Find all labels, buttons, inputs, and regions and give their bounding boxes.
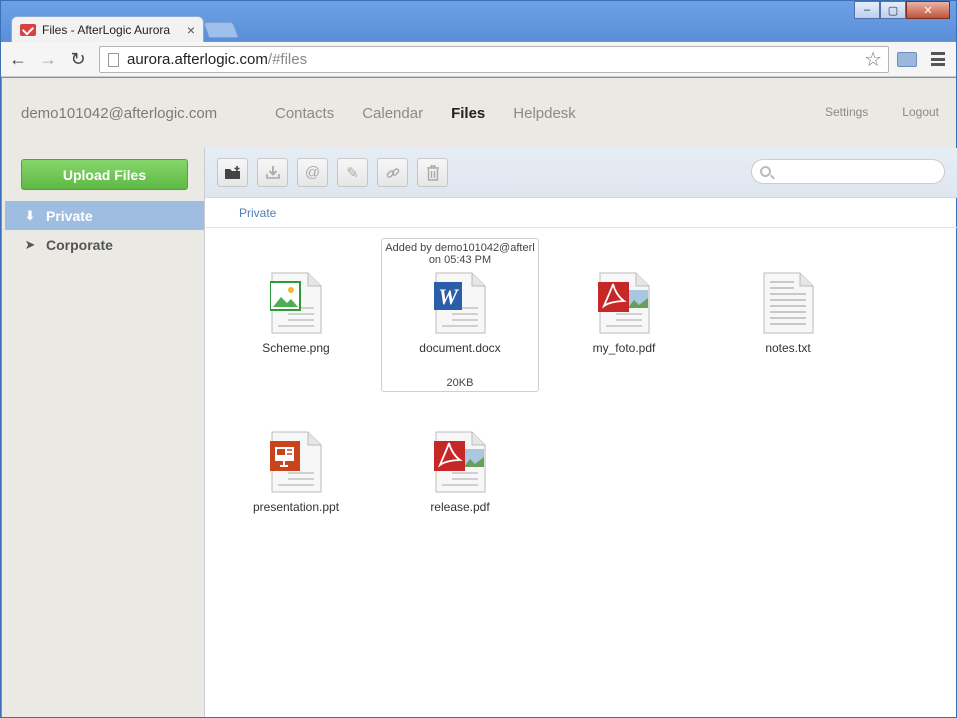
nav-files[interactable]: Files bbox=[451, 105, 485, 122]
new-folder-icon bbox=[224, 165, 240, 179]
file-name: release.pdf bbox=[430, 500, 490, 514]
app-header: demo101042@afterlogic.com Contacts Calen… bbox=[2, 78, 956, 148]
close-window-button[interactable]: ✕ bbox=[906, 1, 950, 19]
file-item[interactable]: release.pdf bbox=[381, 397, 539, 551]
window-controls: – ▢ ✕ bbox=[854, 1, 950, 19]
file-size: 20KB bbox=[446, 377, 474, 389]
title-bar: Files - AfterLogic Aurora × – ▢ ✕ bbox=[1, 1, 956, 42]
aurora-app: demo101042@afterlogic.com Contacts Calen… bbox=[2, 78, 957, 717]
mail-favicon-icon bbox=[20, 23, 36, 36]
file-name: document.docx bbox=[419, 341, 501, 355]
file-added-info: Added by demo101042@afterl on 05:43 PM bbox=[385, 242, 535, 266]
pdf-file-icon bbox=[598, 272, 650, 334]
search-input[interactable] bbox=[777, 164, 937, 179]
nav-calendar[interactable]: Calendar bbox=[362, 105, 423, 122]
url-text[interactable]: aurora.afterlogic.com/#files bbox=[127, 51, 864, 68]
storage-private[interactable]: ⬇ Private bbox=[5, 201, 204, 230]
files-toolbar: @ ✎ bbox=[205, 148, 957, 198]
new-folder-button[interactable] bbox=[217, 158, 248, 187]
logout-link[interactable]: Logout bbox=[902, 105, 939, 119]
share-link-button[interactable] bbox=[377, 158, 408, 187]
forward-button[interactable]: → bbox=[35, 46, 61, 72]
nav-contacts[interactable]: Contacts bbox=[275, 105, 334, 122]
file-item[interactable]: Scheme.png bbox=[217, 238, 375, 392]
breadcrumb-private[interactable]: Private bbox=[239, 206, 276, 220]
upload-files-button[interactable]: Upload Files bbox=[21, 159, 188, 190]
text-file-icon bbox=[763, 272, 814, 334]
rename-button[interactable]: ✎ bbox=[337, 158, 368, 187]
tab-title: Files - AfterLogic Aurora bbox=[42, 22, 171, 37]
powerpoint-file-icon bbox=[270, 431, 322, 493]
maximize-button[interactable]: ▢ bbox=[880, 1, 906, 19]
bookmark-star-icon[interactable]: ☆ bbox=[864, 47, 882, 72]
reload-button[interactable]: ↻ bbox=[65, 46, 91, 72]
browser-menu-icon[interactable] bbox=[931, 52, 945, 66]
sidebar: Upload Files ⬇ Private ➤ Corporate bbox=[2, 148, 204, 717]
tab-close-icon[interactable]: × bbox=[187, 22, 195, 38]
file-item-selected[interactable]: Added by demo101042@afterl on 05:43 PM W … bbox=[381, 238, 539, 392]
download-icon: ⬇ bbox=[24, 207, 36, 223]
search-box[interactable] bbox=[751, 159, 945, 184]
paper-plane-icon: ➤ bbox=[24, 236, 36, 252]
svg-text:W: W bbox=[438, 284, 459, 309]
files-panel: @ ✎ Private Scheme.png Added by demo1010… bbox=[204, 148, 957, 717]
file-item[interactable]: presentation.ppt bbox=[217, 397, 375, 551]
storage-label: Private bbox=[46, 207, 93, 224]
download-icon bbox=[265, 166, 280, 179]
at-sign-icon: @ bbox=[304, 164, 321, 181]
browser-toolbar: ← → ↻ aurora.afterlogic.com/#files ☆ bbox=[1, 42, 956, 77]
extension-icon[interactable] bbox=[897, 52, 917, 67]
top-navigation: Contacts Calendar Files Helpdesk bbox=[275, 105, 604, 122]
nav-helpdesk[interactable]: Helpdesk bbox=[513, 105, 576, 122]
back-button[interactable]: ← bbox=[5, 46, 31, 72]
file-item[interactable]: my_foto.pdf bbox=[545, 238, 703, 392]
browser-tab[interactable]: Files - AfterLogic Aurora × bbox=[11, 16, 204, 42]
file-name: notes.txt bbox=[765, 341, 811, 355]
delete-button[interactable] bbox=[417, 158, 448, 187]
search-icon bbox=[760, 166, 771, 177]
browser-window: Files - AfterLogic Aurora × – ▢ ✕ ← → ↻ … bbox=[0, 0, 957, 718]
pencil-icon: ✎ bbox=[346, 164, 359, 182]
word-file-icon: W bbox=[434, 272, 486, 334]
file-name: Scheme.png bbox=[262, 341, 330, 355]
address-bar[interactable]: aurora.afterlogic.com/#files ☆ bbox=[99, 46, 889, 73]
send-email-button[interactable]: @ bbox=[297, 158, 328, 187]
link-icon bbox=[386, 167, 399, 178]
file-name: presentation.ppt bbox=[252, 500, 340, 514]
download-button[interactable] bbox=[257, 158, 288, 187]
breadcrumb: Private bbox=[205, 198, 957, 228]
minimize-button[interactable]: – bbox=[854, 1, 880, 19]
storage-label: Corporate bbox=[46, 236, 113, 253]
top-links: Settings Logout bbox=[791, 105, 939, 119]
file-item[interactable]: notes.txt bbox=[709, 238, 867, 392]
file-name: my_foto.pdf bbox=[592, 341, 656, 355]
pdf-file-icon bbox=[434, 431, 486, 493]
settings-link[interactable]: Settings bbox=[825, 105, 868, 119]
trash-icon bbox=[426, 164, 439, 181]
storage-corporate[interactable]: ➤ Corporate bbox=[5, 230, 204, 259]
page-icon bbox=[108, 52, 119, 67]
new-tab-button[interactable] bbox=[203, 22, 239, 38]
image-file-icon bbox=[270, 272, 322, 334]
user-email: demo101042@afterlogic.com bbox=[21, 105, 218, 122]
